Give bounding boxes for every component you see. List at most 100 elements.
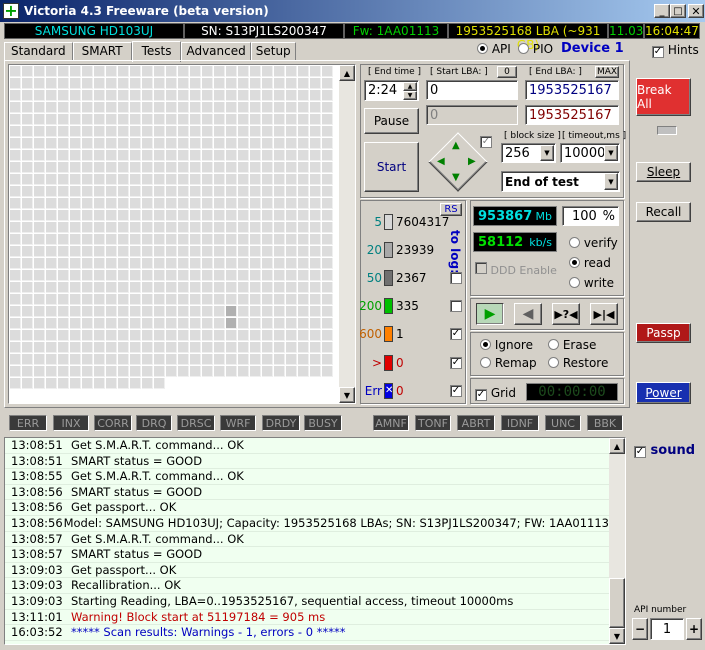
surface-block	[214, 282, 225, 293]
block-size-dropdown-icon[interactable]: ▼	[540, 145, 554, 161]
pause-button[interactable]: Pause	[364, 108, 419, 134]
start-lba-zero-button[interactable]: 0	[497, 66, 517, 78]
surface-block	[322, 186, 333, 197]
api-radio[interactable]: API	[477, 42, 511, 56]
api-number-field[interactable]: 1	[650, 618, 684, 640]
arrow-right-icon[interactable]: ▶	[468, 156, 476, 167]
flag-inx: INX	[53, 415, 89, 431]
log-checkbox[interactable]	[450, 272, 462, 284]
butterfly-button[interactable]: ▶|◀	[590, 303, 618, 325]
surface-block	[106, 354, 117, 365]
maximize-button[interactable]: □	[670, 4, 686, 18]
write-radio[interactable]: write	[569, 276, 614, 290]
surface-block	[226, 246, 237, 257]
api-radio-dot	[477, 43, 488, 54]
surface-block	[250, 318, 261, 329]
end-action-dropdown-icon[interactable]: ▼	[604, 173, 618, 190]
surface-block	[322, 306, 333, 317]
random-seek-button[interactable]: ▶?◀	[552, 303, 580, 325]
log-scroll-thumb[interactable]	[609, 578, 625, 628]
tab-tests[interactable]: Tests	[131, 41, 182, 62]
surface-block	[34, 186, 45, 197]
surface-block	[10, 162, 21, 173]
read-radio[interactable]: read	[569, 256, 611, 270]
arrow-up-icon[interactable]: ▲	[452, 140, 460, 151]
arrow-down-icon[interactable]: ▼	[452, 172, 460, 183]
api-number-decrement[interactable]: −	[632, 618, 648, 640]
sleep-button[interactable]: Sleep	[636, 162, 691, 182]
end-lba-input[interactable]: 1953525167	[525, 80, 619, 100]
recall-button[interactable]: Recall	[636, 202, 691, 222]
log-scrollbar[interactable]: ▲ ▼	[609, 438, 625, 644]
scroll-down-button[interactable]: ▼	[339, 387, 355, 403]
surface-block	[214, 90, 225, 101]
surface-block	[298, 90, 309, 101]
minimize-button[interactable]: _	[654, 4, 670, 18]
start-button[interactable]: Start	[364, 142, 419, 192]
surface-block	[46, 162, 57, 173]
break-all-button[interactable]: Break All	[636, 78, 691, 116]
surface-block	[94, 234, 105, 245]
tab-smart[interactable]: SMART	[72, 42, 132, 61]
seek-direction-pad[interactable]: ▲ ▼ ◀ ▶	[428, 132, 488, 192]
pio-radio[interactable]: PIO	[518, 42, 553, 56]
hints-checkbox[interactable]: ✓ Hints	[652, 43, 699, 58]
log-checkbox[interactable]: ✓	[450, 357, 462, 369]
surface-block	[46, 198, 57, 209]
grid-scrollbar[interactable]: ▲ ▼	[339, 65, 355, 403]
end-action-select[interactable]: End of test	[501, 171, 620, 192]
log-time: 13:08:51	[11, 453, 63, 468]
direction-checkbox[interactable]: ✓	[480, 136, 492, 148]
surface-block	[202, 282, 213, 293]
log-checkbox[interactable]: ✓	[450, 385, 462, 397]
tab-advanced[interactable]: Advanced	[181, 42, 251, 61]
surface-block	[298, 234, 309, 245]
timeout-dropdown-icon[interactable]: ▼	[604, 145, 618, 161]
api-number-increment[interactable]: +	[686, 618, 702, 640]
erase-radio[interactable]: Erase	[548, 338, 596, 352]
count-swatch	[384, 355, 393, 371]
surface-block	[10, 114, 21, 125]
device-label[interactable]: Device 1	[561, 41, 624, 56]
surface-block	[274, 66, 285, 77]
surface-block	[46, 282, 57, 293]
tab-setup[interactable]: Setup	[250, 42, 296, 61]
surface-block	[118, 318, 129, 329]
play-backward-button[interactable]: ◀	[514, 303, 542, 325]
title-bar[interactable]: + Victoria 4.3 Freeware (beta version) _…	[0, 0, 705, 22]
surface-block	[34, 378, 45, 389]
surface-block	[10, 294, 21, 305]
surface-block	[262, 258, 273, 269]
power-button[interactable]: Power	[636, 382, 691, 404]
start-lba-input[interactable]: 0	[426, 80, 518, 100]
surface-block	[58, 102, 69, 113]
log-scroll-down-button[interactable]: ▼	[609, 628, 625, 644]
surface-block	[166, 258, 177, 269]
surface-block	[154, 378, 165, 389]
ignore-radio[interactable]: Ignore	[480, 338, 533, 352]
remap-radio[interactable]: Remap	[480, 356, 537, 370]
verify-radio[interactable]: verify	[569, 236, 618, 250]
tab-standard[interactable]: Standard	[4, 42, 73, 61]
sound-checkbox[interactable]: ✓ sound	[634, 443, 695, 458]
ddd-check	[475, 262, 487, 274]
surface-block	[274, 270, 285, 281]
surface-block	[118, 90, 129, 101]
surface-block	[310, 234, 321, 245]
passp-button[interactable]: Passp	[636, 323, 691, 343]
close-button[interactable]: ✕	[688, 4, 704, 18]
arrow-left-icon[interactable]: ◀	[437, 156, 445, 167]
surface-block	[34, 126, 45, 137]
scroll-up-button[interactable]: ▲	[339, 65, 355, 81]
restore-radio[interactable]: Restore	[548, 356, 608, 370]
surface-block	[154, 246, 165, 257]
log-checkbox[interactable]: ✓	[450, 328, 462, 340]
end-time-spin-down[interactable]: ▼	[403, 91, 417, 100]
ddd-enable-checkbox[interactable]: DDD Enable	[475, 262, 557, 277]
log-scroll-up-button[interactable]: ▲	[609, 438, 625, 454]
end-time-spin-up[interactable]: ▲	[403, 82, 417, 91]
grid-checkbox[interactable]: ✓ Grid	[475, 386, 516, 401]
play-forward-button[interactable]: ▶	[476, 303, 504, 325]
log-checkbox[interactable]	[450, 300, 462, 312]
end-lba-max-button[interactable]: MAX	[595, 66, 619, 78]
